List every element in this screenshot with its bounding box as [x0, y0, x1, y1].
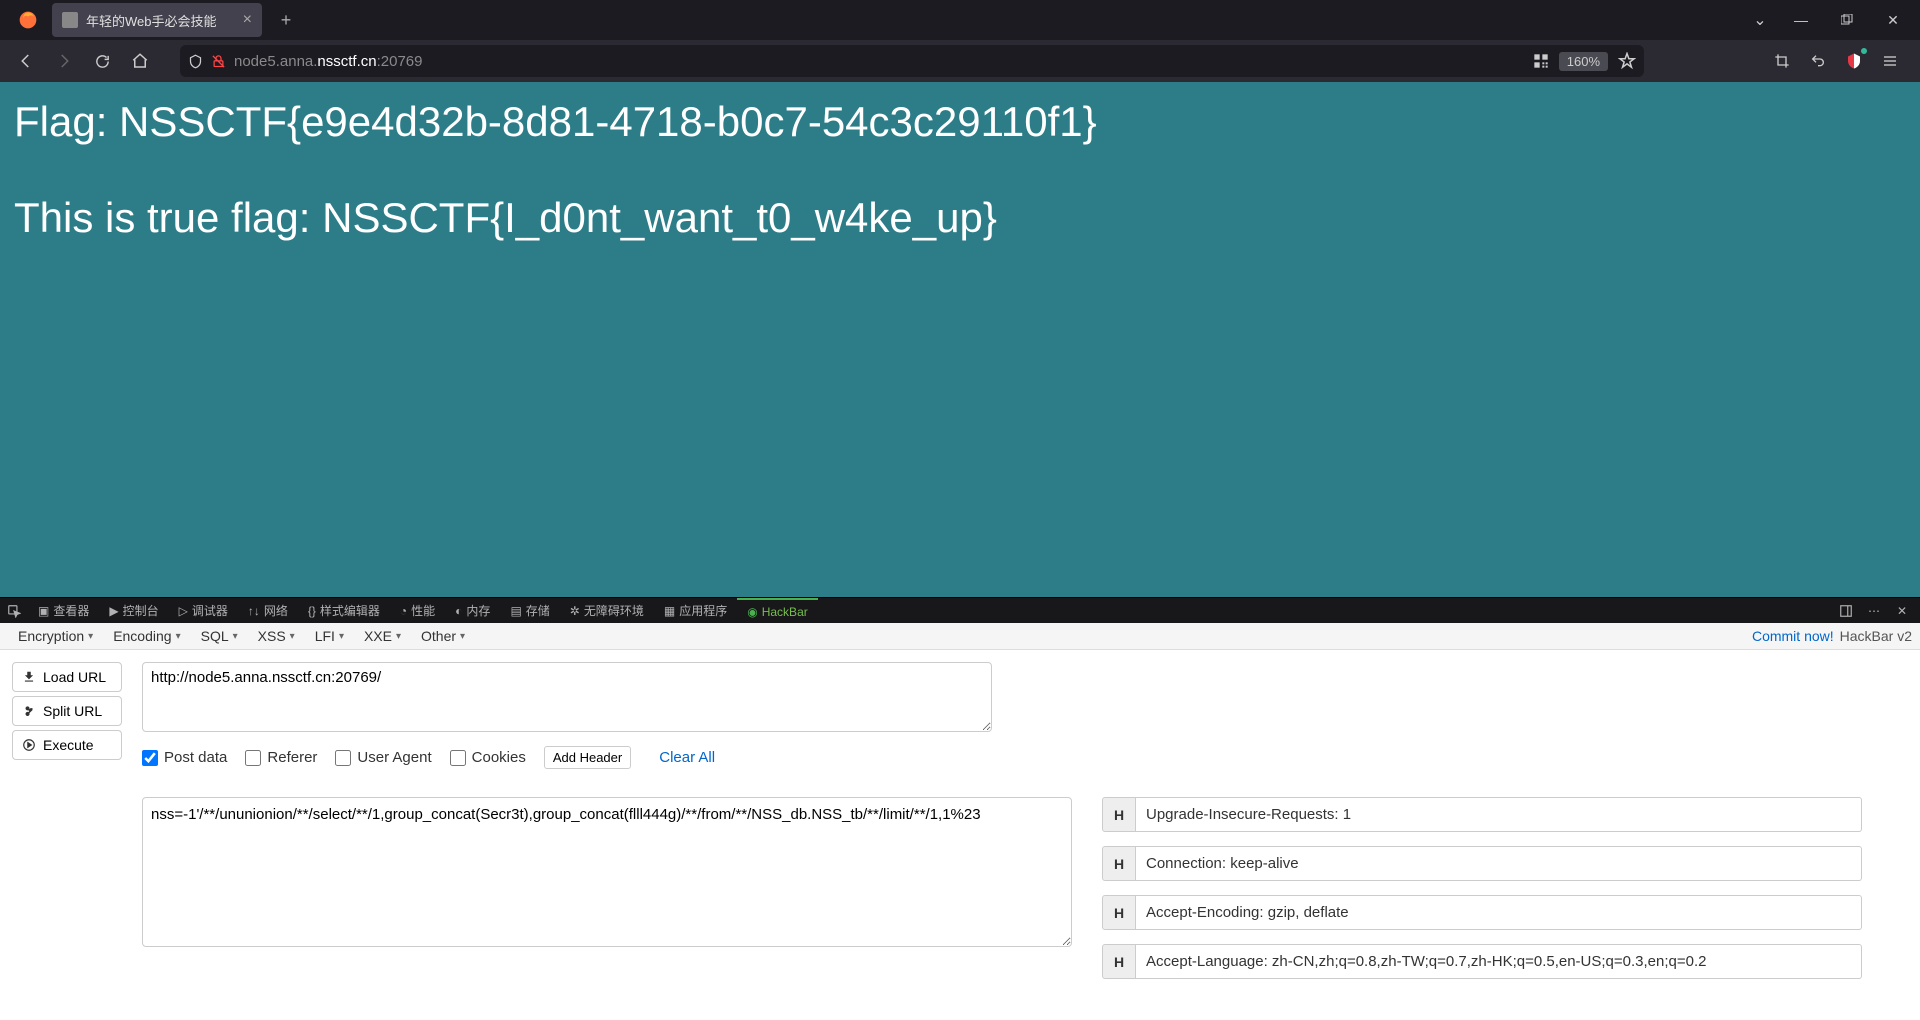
- minimize-button[interactable]: —: [1778, 0, 1824, 40]
- devtools-tab-console[interactable]: ▶控制台: [99, 598, 168, 624]
- header-value[interactable]: Accept-Encoding: gzip, deflate: [1136, 895, 1862, 930]
- hackbar-options: Post data Referer User Agent Cookies Add…: [142, 746, 1908, 769]
- header-row: H Upgrade-Insecure-Requests: 1: [1102, 797, 1862, 832]
- insecure-lock-icon[interactable]: [211, 54, 226, 69]
- hackbar-menu-encryption[interactable]: Encryption▾: [8, 628, 103, 644]
- devtools-tab-accessibility[interactable]: ✲无障碍环境: [560, 598, 654, 624]
- hackbar-menu-sql[interactable]: SQL▾: [191, 628, 248, 644]
- hackbar-commit-link[interactable]: Commit now!: [1752, 628, 1834, 644]
- devtools-more-icon[interactable]: ⋯: [1860, 598, 1888, 624]
- checkbox-referer[interactable]: [245, 750, 261, 766]
- execute-button[interactable]: Execute: [12, 730, 122, 760]
- devtools-tab-hackbar[interactable]: ◉HackBar: [737, 598, 818, 624]
- close-icon[interactable]: ×: [243, 11, 252, 29]
- devtools-close-icon[interactable]: ✕: [1888, 598, 1916, 624]
- hackbar-headers-list: H Upgrade-Insecure-Requests: 1 H Connect…: [1102, 797, 1862, 979]
- header-value[interactable]: Upgrade-Insecure-Requests: 1: [1136, 797, 1862, 832]
- checkbox-cookies[interactable]: [450, 750, 466, 766]
- devtools-tab-debugger[interactable]: ▷调试器: [169, 598, 238, 624]
- devtools-tabbar: ▣查看器 ▶控制台 ▷调试器 ↑↓网络 {}样式编辑器 ◔性能 ◐内存 ▤存储 …: [0, 597, 1920, 623]
- clear-all-link[interactable]: Clear All: [659, 749, 715, 766]
- toolbar-right: [1766, 45, 1912, 77]
- checkbox-ua[interactable]: [335, 750, 351, 766]
- hackbar-menu-encoding[interactable]: Encoding▾: [103, 628, 190, 644]
- bookmark-icon[interactable]: [1618, 52, 1636, 70]
- hackbar-actions: Load URL Split URL Execute: [12, 662, 122, 1008]
- maximize-button[interactable]: [1824, 0, 1870, 40]
- check-user-agent[interactable]: User Agent: [335, 749, 431, 766]
- check-post-data[interactable]: Post data: [142, 749, 227, 766]
- firefox-logo: [12, 4, 44, 36]
- hackbar-menu-xxe[interactable]: XXE▾: [354, 628, 411, 644]
- tab-favicon: [62, 12, 78, 28]
- header-badge: H: [1102, 895, 1136, 930]
- qr-icon[interactable]: [1533, 53, 1549, 69]
- checkbox-post[interactable]: [142, 750, 158, 766]
- check-referer[interactable]: Referer: [245, 749, 317, 766]
- hackbar-body: Load URL Split URL Execute Post data Ref…: [0, 650, 1920, 1020]
- header-row: H Accept-Encoding: gzip, deflate: [1102, 895, 1862, 930]
- menu-icon[interactable]: [1874, 45, 1906, 77]
- window-controls: ⌄ — ✕: [1742, 0, 1916, 40]
- devtools-tab-style[interactable]: {}样式编辑器: [298, 598, 390, 624]
- header-value[interactable]: Connection: keep-alive: [1136, 846, 1862, 881]
- crop-icon[interactable]: [1766, 45, 1798, 77]
- header-row: H Accept-Language: zh-CN,zh;q=0.8,zh-TW;…: [1102, 944, 1862, 979]
- close-window-button[interactable]: ✕: [1870, 0, 1916, 40]
- hackbar-menu-other[interactable]: Other▾: [411, 628, 475, 644]
- devtools-tab-network[interactable]: ↑↓网络: [238, 598, 298, 624]
- url-text: node5.anna.nssctf.cn:20769: [234, 53, 423, 70]
- urlbar[interactable]: node5.anna.nssctf.cn:20769 160%: [180, 45, 1644, 77]
- hackbar-toolbar: Encryption▾ Encoding▾ SQL▾ XSS▾ LFI▾ XXE…: [0, 623, 1920, 650]
- header-row: H Connection: keep-alive: [1102, 846, 1862, 881]
- tabs-dropdown-icon[interactable]: ⌄: [1742, 0, 1778, 40]
- home-button[interactable]: [122, 43, 158, 79]
- devtools-tab-memory[interactable]: ◐内存: [445, 598, 500, 624]
- devtools-tab-storage[interactable]: ▤存储: [500, 598, 559, 624]
- flag-line-1: Flag: NSSCTF{e9e4d32b-8d81-4718-b0c7-54c…: [14, 98, 1906, 146]
- hackbar-main: Post data Referer User Agent Cookies Add…: [142, 662, 1908, 1008]
- add-header-button[interactable]: Add Header: [544, 746, 631, 769]
- browser-tab[interactable]: 年轻的Web手必会技能 ×: [52, 3, 262, 37]
- reload-button[interactable]: [84, 43, 120, 79]
- devtools-tab-inspector[interactable]: ▣查看器: [28, 598, 99, 624]
- undo-icon[interactable]: [1802, 45, 1834, 77]
- hackbar-post-input[interactable]: [142, 797, 1072, 947]
- devtools-tab-performance[interactable]: ◔性能: [390, 598, 445, 624]
- inspect-element-icon[interactable]: [0, 598, 28, 624]
- header-badge: H: [1102, 846, 1136, 881]
- tab-title: 年轻的Web手必会技能: [86, 11, 217, 30]
- extension-icon[interactable]: [1838, 45, 1870, 77]
- zoom-badge[interactable]: 160%: [1559, 52, 1608, 71]
- flag-line-2: This is true flag: NSSCTF{I_d0nt_want_t0…: [14, 194, 1906, 242]
- back-button[interactable]: [8, 43, 44, 79]
- hackbar-url-input[interactable]: [142, 662, 992, 732]
- hackbar-menu-xss[interactable]: XSS▾: [248, 628, 305, 644]
- new-tab-button[interactable]: +: [270, 4, 302, 36]
- forward-button[interactable]: [46, 43, 82, 79]
- devtools-dock-icon[interactable]: [1832, 598, 1860, 624]
- header-badge: H: [1102, 797, 1136, 832]
- load-url-button[interactable]: Load URL: [12, 662, 122, 692]
- devtools-tab-application[interactable]: ▦应用程序: [654, 598, 737, 624]
- header-value[interactable]: Accept-Language: zh-CN,zh;q=0.8,zh-TW;q=…: [1136, 944, 1862, 979]
- hackbar-version: HackBar v2: [1840, 628, 1912, 644]
- titlebar: 年轻的Web手必会技能 × + ⌄ — ✕: [0, 0, 1920, 40]
- navbar: node5.anna.nssctf.cn:20769 160%: [0, 40, 1920, 82]
- hackbar-menu-lfi[interactable]: LFI▾: [305, 628, 354, 644]
- header-badge: H: [1102, 944, 1136, 979]
- check-cookies[interactable]: Cookies: [450, 749, 526, 766]
- split-url-button[interactable]: Split URL: [12, 696, 122, 726]
- shield-icon[interactable]: [188, 54, 203, 69]
- page-content: Flag: NSSCTF{e9e4d32b-8d81-4718-b0c7-54c…: [0, 82, 1920, 597]
